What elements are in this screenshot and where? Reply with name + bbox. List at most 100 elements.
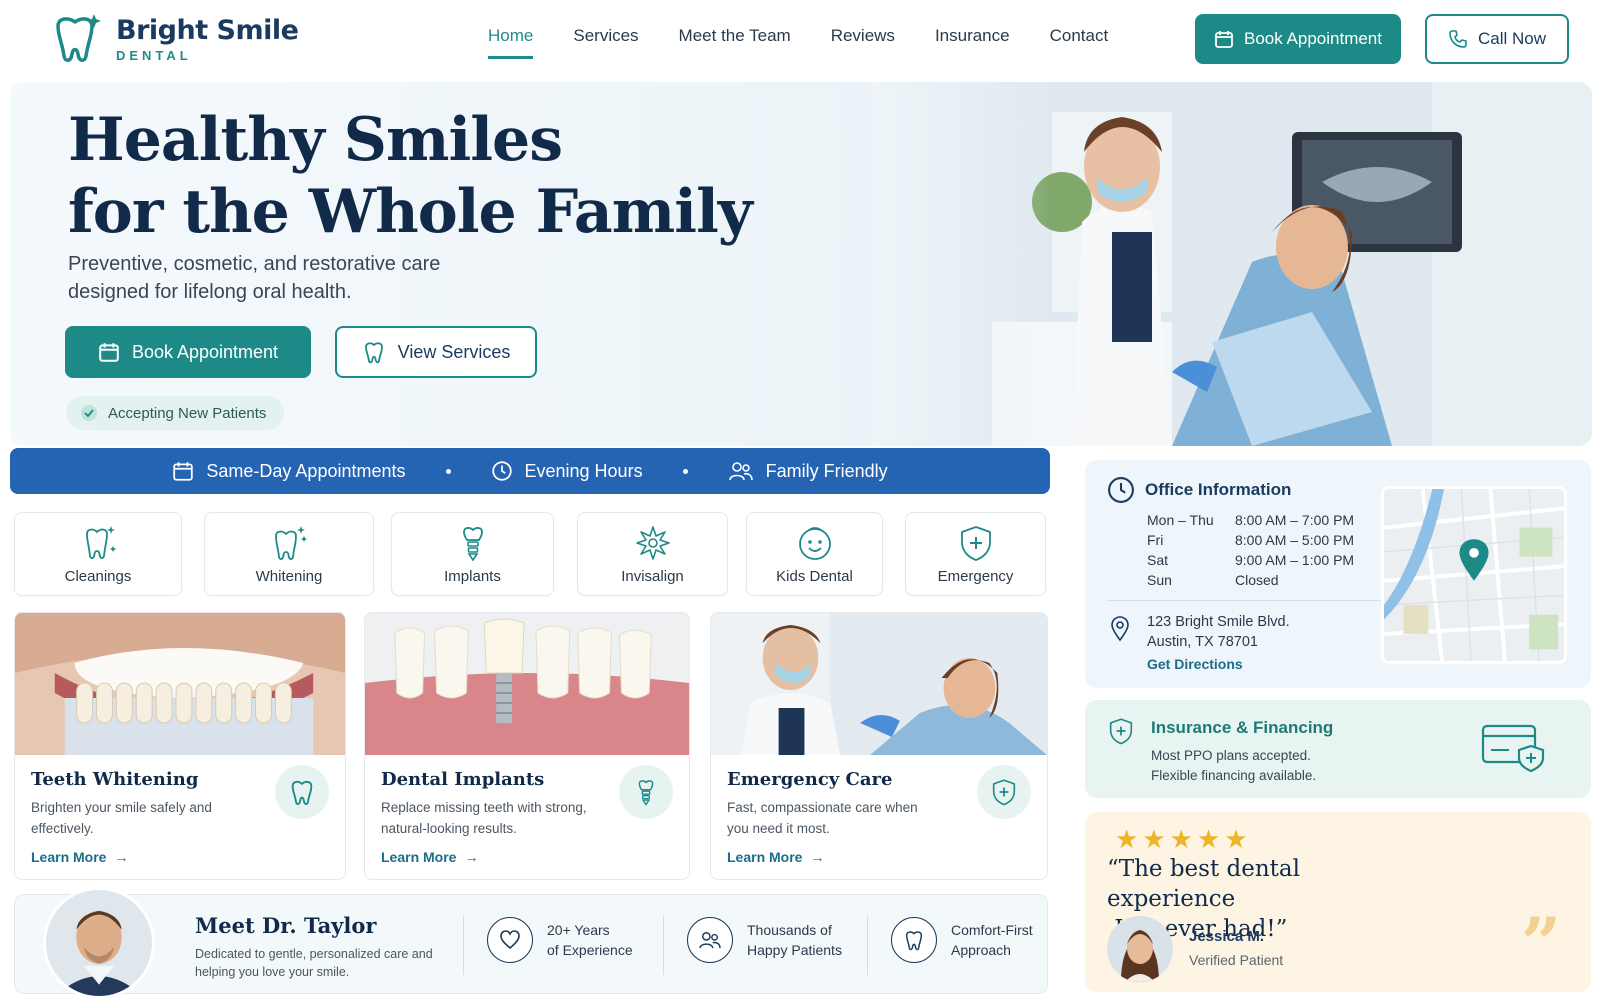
card-description: Brighten your smile safely and effective… <box>31 800 212 836</box>
learn-more-label: Learn More <box>31 849 107 865</box>
hero-book-label: Book Appointment <box>131 341 279 362</box>
arrow-right-icon: → <box>114 849 129 865</box>
hours-day: Mon – Thu <box>1147 512 1214 528</box>
service-tile-invisalign[interactable]: Invisalign <box>577 512 728 596</box>
feature-family-friendly-label: Family Friendly <box>765 460 888 481</box>
stat-comfort-first: Comfort-First Approach <box>891 917 1033 963</box>
stat-line2: of Experience <box>547 942 633 958</box>
card-emergency-care[interactable]: Emergency Care Fast, compassionate care … <box>710 612 1048 880</box>
nav-contact[interactable]: Contact <box>1050 26 1109 59</box>
calendar-icon <box>173 462 194 481</box>
learn-more-label: Learn More <box>727 849 803 865</box>
aligner-icon <box>635 525 670 560</box>
office-title: Office Information <box>1145 480 1292 499</box>
learn-more-link[interactable]: Learn More → <box>381 849 478 865</box>
hours-row: Mon – Thu 8:00 AM – 7:00 PM <box>1147 510 1354 530</box>
header-book-appointment-button[interactable]: Book Appointment <box>1195 14 1401 64</box>
divider <box>867 915 868 975</box>
divider <box>663 915 664 975</box>
nav-services[interactable]: Services <box>573 26 638 59</box>
rating-stars: ★★★★★ <box>1115 824 1252 854</box>
service-label: Emergency <box>937 567 1014 585</box>
card-description: Fast, compassionate care when you need i… <box>727 800 918 836</box>
service-tile-kids-dental[interactable]: Kids Dental <box>746 512 883 596</box>
feature-same-day: Same-Day Appointments <box>172 460 406 482</box>
brand-name: Bright Smile <box>116 14 299 46</box>
quote-mark-icon: ” <box>1520 902 1561 985</box>
card-icon-badge <box>275 765 329 819</box>
service-label: Whitening <box>255 567 323 585</box>
hours-time: 8:00 AM – 7:00 PM <box>1235 512 1355 528</box>
doctor-description: Dedicated to gentle, personalized care a… <box>195 947 433 979</box>
hero-photo-dentist-patient <box>872 82 1592 446</box>
card-title: Teeth Whitening <box>31 769 199 790</box>
check-circle-icon <box>81 405 97 421</box>
hero-subtitle-line1: Preventive, cosmetic, and restorative ca… <box>68 253 441 275</box>
nav-reviews[interactable]: Reviews <box>831 26 895 59</box>
tooth-logo-icon <box>56 14 101 62</box>
features-bar: Same-Day Appointments Evening Hours Fami… <box>10 448 1050 494</box>
hours-day: Sun <box>1147 572 1172 588</box>
patient-review-card: ★★★★★ “The best dental experience I’ve e… <box>1085 812 1591 992</box>
service-tile-emergency[interactable]: Emergency <box>905 512 1046 596</box>
stat-line2: Approach <box>951 942 1011 958</box>
doctor-avatar <box>43 887 155 999</box>
brand-subtitle: DENTAL <box>116 47 192 63</box>
accepting-new-patients-label: Accepting New Patients <box>108 404 267 422</box>
card-icon-badge <box>977 765 1031 819</box>
location-map[interactable] <box>1381 486 1567 664</box>
office-information-panel: Office Information Mon – Thu 8:00 AM – 7:… <box>1085 460 1591 688</box>
service-tile-cleanings[interactable]: Cleanings <box>14 512 182 596</box>
phone-icon <box>1449 30 1467 48</box>
learn-more-link[interactable]: Learn More → <box>727 849 824 865</box>
calendar-icon <box>1215 31 1233 48</box>
quote-line1: “The best dental experience <box>1107 856 1300 912</box>
nav-home[interactable]: Home <box>488 26 534 59</box>
people-icon-ring <box>687 917 733 963</box>
service-label: Implants <box>444 567 501 585</box>
nav-insurance[interactable]: Insurance <box>935 26 1010 59</box>
call-now-button[interactable]: Call Now <box>1425 14 1569 64</box>
view-services-button[interactable]: View Services <box>335 326 537 378</box>
get-directions-link[interactable]: Get Directions <box>1147 656 1243 672</box>
service-tile-whitening[interactable]: Whitening <box>204 512 374 596</box>
learn-more-link[interactable]: Learn More → <box>31 849 128 865</box>
hours-time: Closed <box>1235 572 1279 588</box>
child-face-icon <box>798 526 831 560</box>
stat-happy-patients: Thousands of Happy Patients <box>687 917 842 963</box>
site-header: Bright Smile DENTAL Home Services Meet t… <box>0 0 1600 80</box>
doctor-name: Meet Dr. Taylor <box>195 913 377 938</box>
insurance-line2: Flexible financing available. <box>1151 768 1317 783</box>
insurance-title: Insurance & Financing <box>1151 718 1334 737</box>
accepting-new-patients-badge: Accepting New Patients <box>66 396 285 430</box>
stat-line1: 20+ Years <box>547 922 610 938</box>
insurance-financing-panel[interactable]: Insurance & Financing Most PPO plans acc… <box>1085 700 1591 798</box>
insurance-line1: Most PPO plans accepted. <box>1151 748 1311 763</box>
whitening-shade-guide-photo <box>15 613 345 755</box>
service-tile-implants[interactable]: Implants <box>391 512 554 596</box>
emergency-care-photo <box>711 613 1047 755</box>
logo[interactable]: Bright Smile DENTAL <box>48 12 299 66</box>
view-services-label: View Services <box>397 341 511 362</box>
office-address: 123 Bright Smile Blvd. Austin, TX 78701 <box>1147 612 1290 652</box>
heart-icon-ring <box>487 917 533 963</box>
shield-plus-icon <box>992 779 1016 806</box>
card-title: Emergency Care <box>727 769 893 790</box>
hero-book-appointment-button[interactable]: Book Appointment <box>65 326 311 378</box>
stat-line1: Thousands of <box>747 922 832 938</box>
reviewer-avatar <box>1107 916 1173 982</box>
hero-subtitle-line2: designed for lifelong oral health. <box>68 281 352 303</box>
card-dental-implants[interactable]: Dental Implants Replace missing teeth wi… <box>364 612 690 880</box>
separator-dot <box>682 468 688 474</box>
divider <box>1107 600 1405 601</box>
tooth-icon-ring <box>891 917 937 963</box>
dental-implant-model-photo <box>365 613 689 755</box>
hero-section: Healthy Smiles for the Whole Family Prev… <box>10 82 1592 446</box>
reviewer-name: Jessica M. <box>1189 928 1265 945</box>
learn-more-label: Learn More <box>381 849 457 865</box>
feature-same-day-label: Same-Day Appointments <box>206 460 406 481</box>
feature-evening-hours-label: Evening Hours <box>524 460 643 481</box>
nav-meet-the-team[interactable]: Meet the Team <box>679 26 791 59</box>
card-teeth-whitening[interactable]: Teeth Whitening Brighten your smile safe… <box>14 612 346 880</box>
reviewer-role: Verified Patient <box>1189 952 1284 968</box>
